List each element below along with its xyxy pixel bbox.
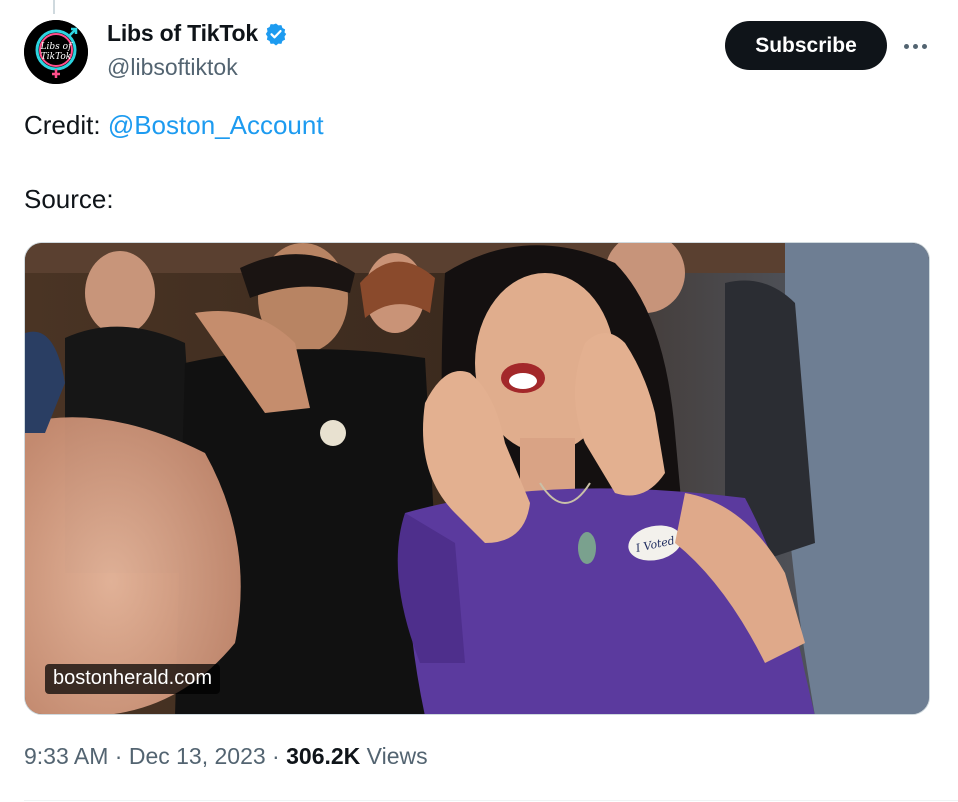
tweet-date[interactable]: Dec 13, 2023 — [129, 743, 266, 770]
divider — [24, 800, 958, 801]
author-avatar[interactable]: Libs of TikTok — [24, 20, 88, 84]
mention-link[interactable]: @Boston_Account — [108, 110, 324, 140]
svg-text:TikTok: TikTok — [41, 52, 72, 62]
more-options-icon[interactable] — [900, 32, 930, 60]
views-label: Views — [360, 743, 428, 769]
author-handle[interactable]: @libsoftiktok — [107, 54, 238, 81]
svg-text:Libs of: Libs of — [40, 42, 74, 52]
views-count: 306.2K — [286, 743, 361, 769]
media-source-domain: bostonherald.com — [45, 664, 220, 694]
subscribe-button[interactable]: Subscribe — [725, 21, 887, 70]
author-display-name[interactable]: Libs of TikTok — [107, 20, 258, 47]
tweet-metadata: 9:33 AM · Dec 13, 2023 · 306.2K Views — [24, 743, 428, 770]
libs-of-tiktok-logo-icon: Libs of TikTok — [24, 20, 88, 84]
tweet-credit-line: Credit: @Boston_Account — [24, 108, 324, 142]
photo-illustration: I Voted — [25, 243, 929, 714]
verified-badge-icon — [265, 23, 287, 45]
tweet-source-line: Source: — [24, 184, 114, 214]
thread-connector-line — [53, 0, 55, 14]
credit-prefix: Credit: — [24, 110, 108, 140]
author-name-row: Libs of TikTok — [107, 20, 288, 47]
tweet-time[interactable]: 9:33 AM — [24, 743, 108, 770]
tweet-media-photo[interactable]: I Voted bostonherald.com — [24, 242, 930, 715]
meta-separator: · — [265, 743, 287, 769]
meta-separator: · — [108, 743, 129, 769]
